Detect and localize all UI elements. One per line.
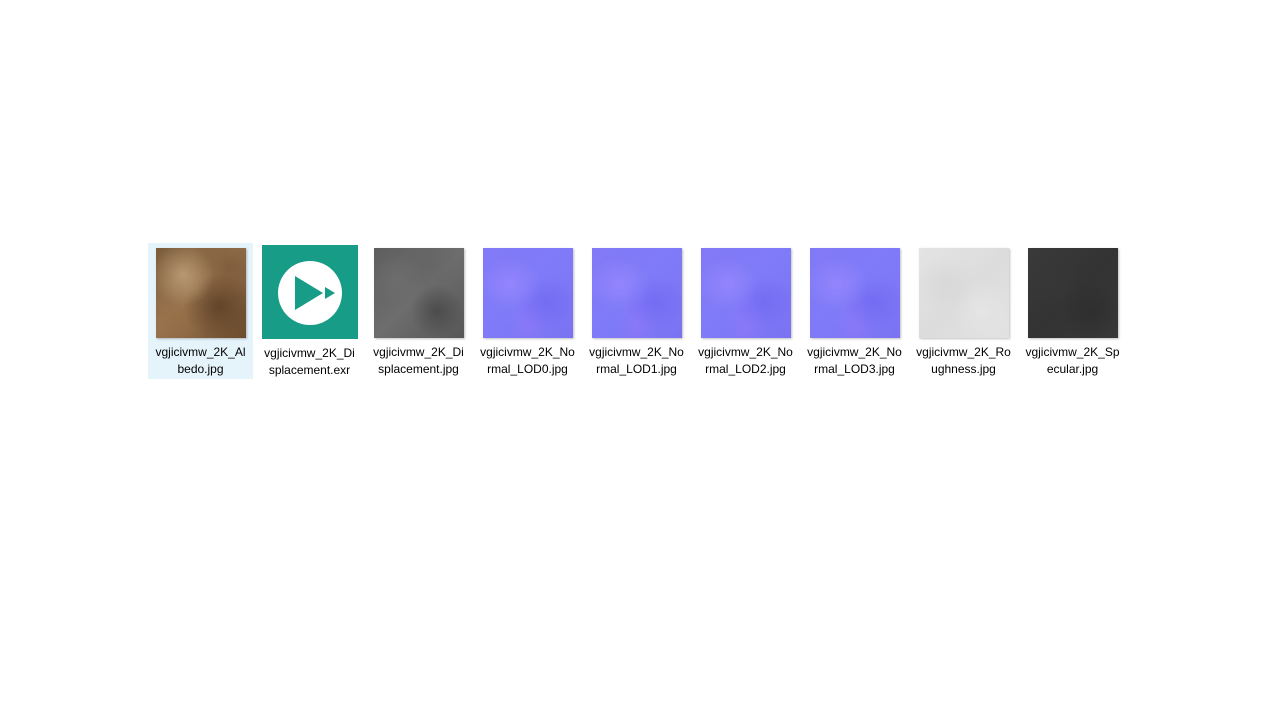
file-name: vgjicivmw_2K_Roughness.jpg <box>916 345 1011 376</box>
file-name: vgjicivmw_2K_Normal_LOD1.jpg <box>589 345 684 376</box>
file-name: vgjicivmw_2K_Normal_LOD0.jpg <box>480 345 575 376</box>
normal-map-thumbnail <box>809 248 900 338</box>
file-name: vgjicivmw_2K_Specular.jpg <box>1025 345 1120 376</box>
file-name: vgjicivmw_2K_Normal_LOD3.jpg <box>807 345 902 376</box>
file-name: vgjicivmw_2K_Albedo.jpg <box>155 345 246 376</box>
exr-file-icon <box>261 245 358 339</box>
file-item-displacement-exr[interactable]: vgjicivmw_2K_Displacement.exr <box>257 243 362 379</box>
file-item-roughness[interactable]: vgjicivmw_2K_Roughness.jpg <box>911 243 1016 379</box>
displacement-thumbnail <box>373 248 464 338</box>
file-item-displacement-jpg[interactable]: vgjicivmw_2K_Displacement.jpg <box>366 243 471 379</box>
albedo-thumbnail <box>155 248 246 338</box>
file-name: vgjicivmw_2K_Displacement.jpg <box>373 345 464 376</box>
normal-map-thumbnail <box>591 248 682 338</box>
play-triangle-icon <box>294 276 323 310</box>
file-item-normal-lod0[interactable]: vgjicivmw_2K_Normal_LOD0.jpg <box>475 243 580 379</box>
normal-map-thumbnail <box>482 248 573 338</box>
file-item-normal-lod3[interactable]: vgjicivmw_2K_Normal_LOD3.jpg <box>802 243 907 379</box>
file-item-normal-lod1[interactable]: vgjicivmw_2K_Normal_LOD1.jpg <box>584 243 689 379</box>
file-item-albedo[interactable]: vgjicivmw_2K_Albedo.jpg <box>148 243 253 379</box>
file-name: vgjicivmw_2K_Displacement.exr <box>264 346 355 377</box>
roughness-thumbnail <box>918 248 1009 338</box>
specular-thumbnail <box>1027 248 1118 338</box>
play-circle-icon <box>277 261 342 325</box>
play-small-triangle-icon <box>324 287 335 299</box>
file-item-normal-lod2[interactable]: vgjicivmw_2K_Normal_LOD2.jpg <box>693 243 798 379</box>
normal-map-thumbnail <box>700 248 791 338</box>
file-item-specular[interactable]: vgjicivmw_2K_Specular.jpg <box>1020 243 1125 379</box>
file-name: vgjicivmw_2K_Normal_LOD2.jpg <box>698 345 793 376</box>
file-grid: vgjicivmw_2K_Albedo.jpg vgjicivmw_2K_Dis… <box>148 243 1129 379</box>
